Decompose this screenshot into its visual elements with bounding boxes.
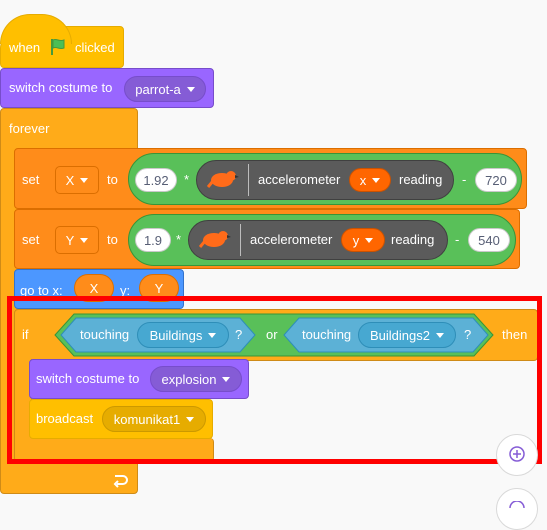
forever-label: forever	[9, 121, 50, 136]
multiplier-value: 1.9	[143, 232, 163, 248]
zoom-out-button[interactable]	[496, 488, 538, 530]
dropdown-arrow-icon	[365, 237, 374, 243]
reporter-divider	[248, 164, 249, 196]
zoom-out-icon	[507, 497, 527, 512]
dropdown-arrow-icon	[186, 86, 195, 92]
subtract-input-y[interactable]: 540	[468, 228, 510, 252]
when-label: when	[9, 40, 41, 55]
axis-dropdown-x[interactable]: x	[349, 168, 391, 192]
y-reporter-value: Y	[154, 280, 164, 296]
x-reporter-value: X	[89, 280, 99, 296]
set-x-to-label: to	[107, 172, 118, 187]
dropdown-arrow-icon	[80, 177, 89, 183]
subtract-value: 540	[478, 232, 500, 248]
axis-value: x	[359, 172, 367, 188]
accelerometer-label: accelerometer	[250, 232, 333, 247]
accelerometer-label: accelerometer	[258, 172, 341, 187]
multiplier-value: 1.92	[143, 172, 169, 188]
loop-arrow-icon	[112, 472, 128, 488]
clicked-label: clicked	[75, 40, 115, 55]
multiply-sign: *	[176, 232, 182, 247]
subtract-value: 720	[485, 172, 507, 188]
set-x-variable-value: X	[65, 172, 75, 188]
subtract-input-x[interactable]: 720	[475, 168, 517, 192]
set-y-variable-value: Y	[65, 232, 75, 248]
parrot-extension-icon	[198, 227, 233, 251]
dropdown-arrow-icon	[372, 177, 381, 183]
multiplier-input-x[interactable]: 1.92	[135, 168, 177, 192]
set-y-variable-dropdown[interactable]: Y	[55, 226, 99, 254]
set-y-label: set	[22, 232, 40, 247]
multiply-sign: *	[184, 172, 190, 187]
zoom-in-button[interactable]	[496, 434, 538, 476]
axis-value: y	[352, 232, 360, 248]
minus-sign: -	[455, 232, 460, 247]
reading-label: reading	[391, 232, 435, 247]
costume-value: parrot-a	[135, 81, 181, 97]
switch-costume-label: switch costume to	[9, 80, 113, 95]
set-y-to-label: to	[107, 232, 118, 247]
dropdown-arrow-icon	[80, 237, 89, 243]
multiplier-input-y[interactable]: 1.9	[135, 228, 171, 252]
minus-sign: -	[462, 172, 467, 187]
highlight-box	[7, 296, 542, 464]
zoom-in-icon	[507, 444, 527, 467]
reading-label: reading	[399, 172, 443, 187]
set-x-variable-dropdown[interactable]: X	[55, 166, 99, 194]
axis-dropdown-y[interactable]: y	[341, 228, 385, 252]
reporter-divider	[240, 224, 241, 256]
green-flag-icon	[48, 37, 68, 57]
parrot-extension-icon	[206, 167, 241, 191]
costume-dropdown[interactable]: parrot-a	[124, 76, 206, 102]
set-x-label: set	[22, 172, 40, 187]
